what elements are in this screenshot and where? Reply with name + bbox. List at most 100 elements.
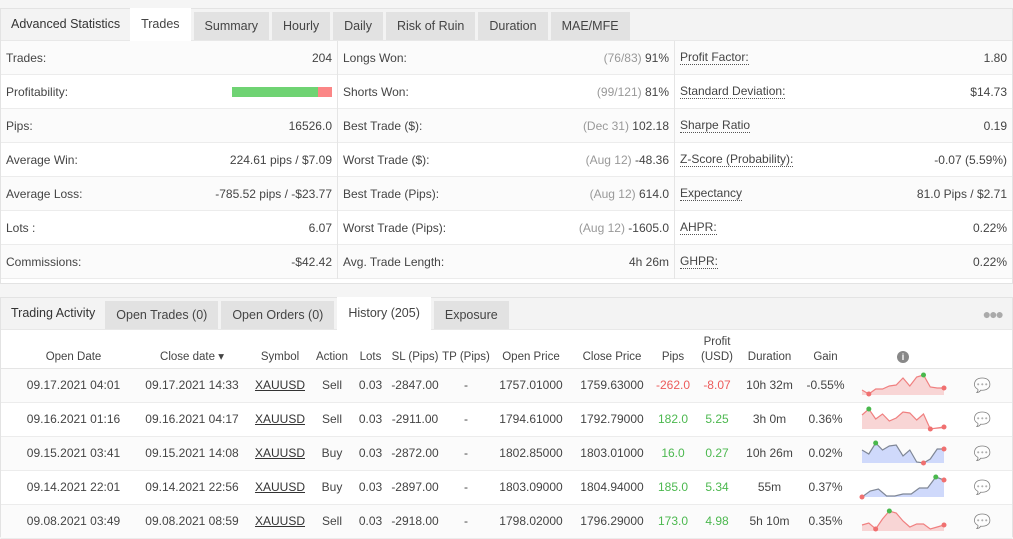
comment-icon[interactable]: 💬 (974, 377, 991, 393)
cell-open-date: 09.15.2021 03:41 (11, 436, 136, 471)
stat-row: Sharpe Ratio 0.19 (675, 109, 1012, 143)
cell-pips: -262.0 (653, 368, 693, 403)
stat-label[interactable]: Profit Factor: (680, 50, 749, 65)
tab-hourly[interactable]: Hourly (272, 12, 331, 40)
table-row[interactable]: 09.15.2021 03:41 09.15.2021 14:08 XAUUSD Bu… (1, 436, 1012, 471)
cell-profit: 5.25 (693, 402, 741, 437)
header-action[interactable]: Action (312, 330, 352, 369)
trade-sparkline (861, 440, 947, 466)
stat-value: 6.07 (309, 221, 332, 235)
header-close-date[interactable]: Close date ▾ (136, 330, 248, 369)
symbol-link[interactable]: XAUUSD (255, 514, 305, 528)
cell-sparkline (853, 402, 953, 437)
row-spacer (1, 368, 11, 403)
stat-label: Commissions: (6, 254, 82, 269)
tab-open-trades[interactable]: Open Trades (0) (105, 301, 219, 329)
tab-daily[interactable]: Daily (333, 12, 383, 40)
stat-value: 81.0 Pips / $2.71 (917, 187, 1007, 201)
stat-row: Lots : 6.07 (1, 211, 337, 245)
stat-value: 0.19 (984, 119, 1007, 133)
stat-label[interactable]: GHPR: (680, 254, 719, 269)
cell-lots: 0.03 (352, 504, 389, 539)
cell-close-price: 1792.79000 (571, 402, 653, 437)
cell-lots: 0.03 (352, 402, 389, 437)
table-row[interactable]: 09.16.2021 01:16 09.16.2021 04:17 XAUUSD Se… (1, 402, 1012, 437)
cell-sparkline (853, 368, 953, 403)
header-pips[interactable]: Pips (653, 330, 693, 369)
stat-label[interactable]: Z-Score (Probability): (680, 152, 794, 167)
tab-history[interactable]: History (205) (337, 297, 431, 330)
advanced-statistics-tabbar: Advanced Statistics Trades Summary Hourl… (1, 8, 1012, 41)
sparkline-end-marker (941, 522, 947, 528)
sparkline-min-marker (859, 494, 865, 500)
stat-label[interactable]: Sharpe Ratio (680, 118, 751, 133)
trading-activity-title: Trading Activity (11, 306, 96, 320)
header-duration[interactable]: Duration (741, 330, 798, 369)
cell-lots: 0.03 (352, 368, 389, 403)
stat-value: 0.22% (973, 221, 1007, 235)
sparkline-min-marker (927, 426, 933, 432)
comment-icon[interactable]: 💬 (974, 445, 991, 461)
stat-value: (Aug 12) -48.36 (586, 153, 669, 167)
symbol-link[interactable]: XAUUSD (255, 480, 305, 494)
header-symbol[interactable]: Symbol (248, 330, 312, 369)
stat-row: Profitability: (1, 75, 337, 109)
symbol-link[interactable]: XAUUSD (255, 412, 305, 426)
sparkline-max-marker (866, 406, 872, 412)
cell-sparkline (853, 470, 953, 505)
stat-label[interactable]: Standard Deviation: (680, 84, 786, 99)
history-table: Open Date Close date ▾ Symbol Action Lot… (1, 330, 1012, 539)
table-row[interactable]: 09.14.2021 22:01 09.14.2021 22:56 XAUUSD Bu… (1, 470, 1012, 505)
cell-action: Sell (312, 368, 352, 403)
tab-open-orders[interactable]: Open Orders (0) (221, 301, 335, 329)
cell-sl: -2847.00 (389, 368, 441, 403)
stat-value-detail: (76/83) (603, 50, 642, 65)
stat-label[interactable]: AHPR: (680, 220, 717, 235)
stat-label: Best Trade ($): (343, 118, 423, 133)
trading-activity-tabbar: Trading Activity Open Trades (0) Open Or… (1, 297, 1012, 330)
comment-icon[interactable]: 💬 (974, 479, 991, 495)
header-lots[interactable]: Lots (352, 330, 389, 369)
header-tp[interactable]: TP (Pips) (441, 330, 491, 369)
header-profit[interactable]: Profit (USD) (693, 330, 741, 369)
tab-mae-mfe[interactable]: MAE/MFE (550, 12, 630, 40)
stat-row: AHPR: 0.22% (675, 211, 1012, 245)
stat-row: Avg. Trade Length: 4h 26m (338, 245, 674, 279)
cell-close-price: 1759.63000 (571, 368, 653, 403)
tab-trades[interactable]: Trades (130, 8, 191, 41)
ellipsis-icon[interactable]: ●●● (983, 306, 1004, 322)
tab-exposure[interactable]: Exposure (433, 301, 509, 329)
comment-icon[interactable]: 💬 (974, 411, 991, 427)
comment-icon[interactable]: 💬 (974, 513, 991, 529)
header-close-price[interactable]: Close Price (571, 330, 653, 369)
header-sl[interactable]: SL (Pips) (389, 330, 441, 369)
stat-row: Longs Won: (76/83) 91% (338, 41, 674, 75)
cell-close-date: 09.15.2021 14:08 (136, 436, 248, 471)
stat-row: Worst Trade (Pips): (Aug 12) -1605.0 (338, 211, 674, 245)
info-icon[interactable]: i (897, 350, 909, 363)
header-open-date[interactable]: Open Date (11, 330, 136, 369)
tab-risk-of-ruin[interactable]: Risk of Ruin (385, 12, 476, 40)
stat-label: Lots : (6, 220, 36, 235)
cell-duration: 5h 10m (741, 504, 798, 539)
tab-summary[interactable]: Summary (193, 12, 270, 40)
cell-profit: 4.98 (693, 504, 741, 539)
symbol-link[interactable]: XAUUSD (255, 446, 305, 460)
cell-symbol: XAUUSD (248, 368, 312, 403)
stat-value-main: 81.0 Pips / $2.71 (916, 186, 1007, 201)
stats-column-3: Profit Factor: 1.80 Standard Deviation: $14… (675, 41, 1012, 279)
stat-value-main: -1605.0 (628, 220, 669, 235)
stat-value-main: 0.19 (983, 118, 1007, 133)
stat-label[interactable]: Expectancy (680, 186, 743, 201)
cell-open-date: 09.14.2021 22:01 (11, 470, 136, 505)
sparkline-max-marker (886, 508, 892, 514)
stat-value: $14.73 (970, 85, 1007, 99)
symbol-link[interactable]: XAUUSD (255, 378, 305, 392)
profitability-bar-win (232, 86, 318, 97)
table-row[interactable]: 09.08.2021 03:49 09.08.2021 08:59 XAUUSD Se… (1, 504, 1012, 539)
header-gain[interactable]: Gain (798, 330, 853, 369)
tab-duration[interactable]: Duration (478, 12, 548, 40)
header-open-price[interactable]: Open Price (491, 330, 571, 369)
stat-value-main: -0.07 (5.59%) (934, 152, 1007, 167)
table-row[interactable]: 09.17.2021 04:01 09.17.2021 14:33 XAUUSD Se… (1, 368, 1012, 403)
